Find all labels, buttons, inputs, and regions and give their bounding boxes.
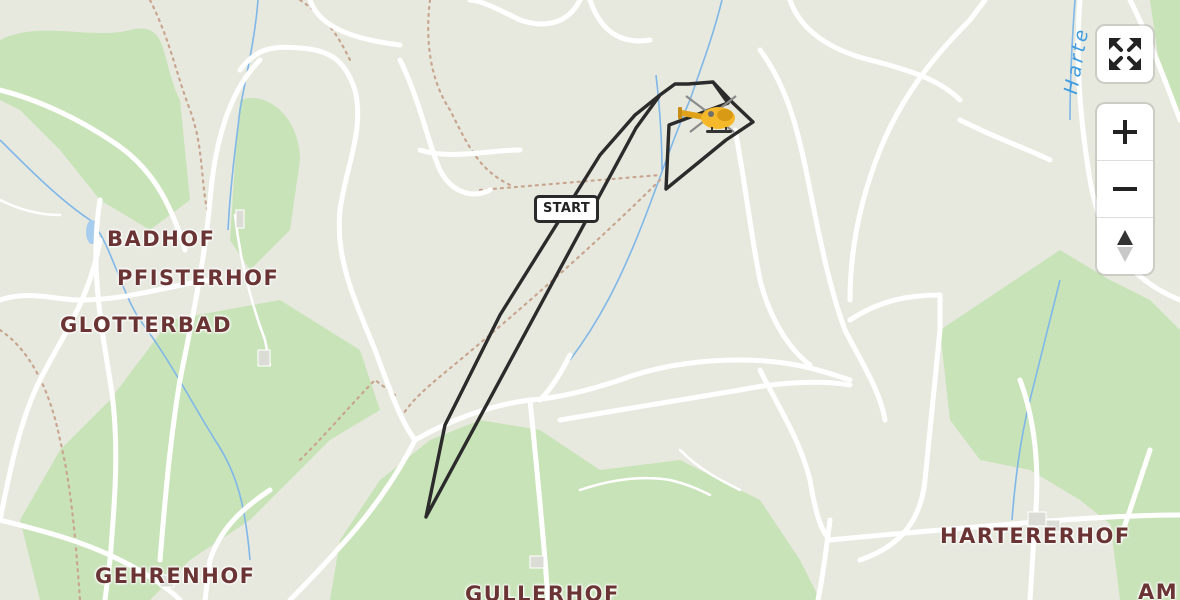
place-label-gullerhof: GULLERHOF [465,582,620,600]
zoom-in-button[interactable] [1097,104,1153,160]
place-label-am: AM [1138,580,1179,600]
navigation-control [1097,104,1153,274]
place-label-gehrenhof: GEHRENHOF [95,564,256,588]
place-label-pfisterhof: PFISTERHOF [117,266,280,290]
fullscreen-control [1097,26,1153,82]
plus-icon [1113,120,1137,144]
place-label-harterhof: HARTERERHOF [940,524,1131,548]
map-canvas[interactable]: BADHOF PFISTERHOF GLOTTERBAD GEHRENHOF G… [0,0,1180,600]
fullscreen-button[interactable] [1097,26,1153,82]
minus-icon [1113,187,1137,191]
place-label-glotterbad: GLOTTERBAD [60,313,233,337]
map-base-layer [0,0,1180,600]
compass-button[interactable] [1097,217,1153,274]
zoom-out-button[interactable] [1097,160,1153,217]
compass-icon [1117,230,1133,262]
fullscreen-icon [1109,38,1141,70]
place-label-badhof: BADHOF [107,227,216,251]
route-start-tag: START [534,195,600,223]
helicopter-icon[interactable] [676,88,746,140]
